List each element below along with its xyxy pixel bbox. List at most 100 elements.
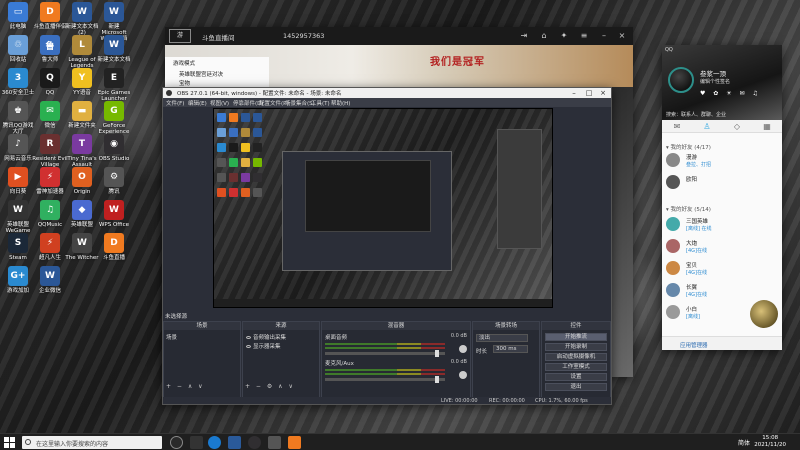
desktop-icon[interactable]: W 新建文本文档(2)	[64, 2, 100, 36]
desktop-icon[interactable]: D 斗鱼直播	[96, 233, 132, 261]
desktop-icon[interactable]: T Tiny Tina's Assault	[64, 134, 100, 168]
contact-item[interactable]: 大炮 [4G]在线	[666, 237, 778, 257]
contact-group[interactable]: ▾ 我的好友 (4/17)	[666, 143, 711, 151]
contact-item[interactable]: 宝贝 [4G]在线	[666, 259, 778, 279]
close-icon[interactable]: ×	[596, 88, 610, 98]
douyu-taskbar-icon[interactable]	[288, 436, 301, 449]
contact-item[interactable]: 欧阳	[666, 173, 778, 193]
contact-item[interactable]: 漫游 叁拉、打招	[666, 151, 778, 171]
desktop-icon[interactable]: W 企业微信	[32, 266, 68, 294]
source-item[interactable]: 显示器采集	[246, 342, 281, 350]
steam-taskbar-icon[interactable]	[228, 436, 241, 449]
desktop-icon[interactable]: 3 360安全卫士	[0, 68, 36, 96]
desktop-icon[interactable]: Q QQ	[32, 68, 68, 96]
volume-fader[interactable]	[325, 376, 445, 383]
taskbar-search[interactable]: 在这里输入你要搜索的内容	[22, 436, 162, 449]
game-taskbar-icon[interactable]	[268, 436, 281, 449]
close-icon[interactable]: ×	[617, 31, 627, 41]
menu-icon[interactable]: ≡	[579, 31, 589, 41]
desktop-icon[interactable]: ✉ 微信	[32, 101, 68, 129]
qq-signature[interactable]: 编辑个性签名	[700, 78, 730, 85]
desktop-icon[interactable]: D 斗鱼直播伴侣	[32, 2, 68, 30]
desktop-icon[interactable]: R Resident Evil Village	[32, 134, 68, 168]
desktop-icon[interactable]: ▭ 此电脑	[0, 2, 36, 30]
contact-group[interactable]: ▾ 我的好友 (5/14)	[666, 205, 711, 213]
game-ad-icon[interactable]	[750, 300, 778, 328]
volume-fader[interactable]	[325, 350, 445, 357]
contact-item[interactable]: 长翼 [4G]在线	[666, 281, 778, 301]
desktop-icon[interactable]: G GeForce Experience	[96, 101, 132, 135]
obs-preview[interactable]	[213, 108, 553, 308]
minimize-icon[interactable]: –	[599, 31, 609, 41]
input-language[interactable]: 简体	[738, 438, 750, 447]
contact-item[interactable]: 三国英雄 [离线] 在线	[666, 215, 778, 235]
eye-icon[interactable]	[246, 336, 251, 339]
qq-panel[interactable]: QQ 叁浆一顶 编辑个性签名 ♥ ✿ ☀ ✉ ♫ 搜索：联系人、群聊、企业 ✉ …	[662, 45, 782, 350]
edge-icon[interactable]	[208, 436, 221, 449]
desktop-icon[interactable]: O Origin	[64, 167, 100, 195]
desktop-icon[interactable]: W 新建文本文档	[96, 35, 132, 63]
desktop-icon[interactable]: 鲁鲁大师	[32, 35, 68, 63]
fader-knob[interactable]	[435, 350, 440, 357]
control-button[interactable]: 设置	[545, 373, 607, 381]
tab-contacts[interactable]: ♙	[702, 122, 712, 131]
minimize-icon[interactable]: –	[567, 88, 581, 98]
gamepad-icon[interactable]: ✦	[559, 31, 569, 41]
duration-input[interactable]: 300 ms	[493, 345, 528, 353]
desktop-icon[interactable]: W WPS Office	[96, 200, 132, 228]
qq-status-icons[interactable]: ♥ ✿ ☀ ✉ ♫	[700, 90, 761, 97]
speaker-icon[interactable]	[459, 371, 467, 379]
speaker-icon[interactable]	[459, 345, 467, 353]
task-view-icon[interactable]	[190, 436, 203, 449]
clock[interactable]: 15:08 2021/11/20	[754, 435, 786, 449]
scene-item[interactable]: 场景	[166, 333, 177, 341]
desktop-icon[interactable]: ◉ OBS Studio	[96, 134, 132, 162]
tab-messages[interactable]: ✉	[672, 122, 682, 131]
desktop-icon[interactable]: L League of Legends	[64, 35, 100, 69]
cortana-icon[interactable]	[170, 436, 183, 449]
control-button[interactable]: 退出	[545, 383, 607, 391]
desktop-icon[interactable]: S Steam	[0, 233, 36, 261]
desktop-icon[interactable]: ⚡ 雷神加速器	[32, 167, 68, 195]
qq-search-input[interactable]: 搜索：联系人、群聊、企业	[662, 111, 782, 120]
login-icon[interactable]: ⇥	[519, 31, 529, 41]
obs-menu-item[interactable]: 文件(F)	[166, 99, 184, 107]
avatar[interactable]	[668, 67, 694, 93]
maximize-icon[interactable]: □	[582, 88, 596, 98]
desktop-icon[interactable]: E Epic Games Launcher	[96, 68, 132, 102]
control-button[interactable]: 开始推流	[545, 333, 607, 341]
source-item[interactable]: 音频输出采集	[246, 333, 286, 341]
desktop-icon[interactable]: W 英雄联盟WeGame	[0, 200, 36, 234]
desktop-icon[interactable]: ▶ 向日葵	[0, 167, 36, 195]
source-tools[interactable]: + − ⚙ ∧ ∨	[245, 383, 295, 390]
desktop-icon[interactable]: ⚡ 超凡人生	[32, 233, 68, 261]
control-button[interactable]: 开始录制	[545, 343, 607, 351]
transition-select[interactable]: 淡出	[476, 334, 528, 342]
mode-item[interactable]: 宝物	[179, 79, 190, 87]
fader-knob[interactable]	[435, 376, 440, 383]
scene-tools[interactable]: + − ∧ ∨	[166, 383, 205, 390]
control-button[interactable]: 启动虚拟摄像机	[545, 353, 607, 361]
mode-item[interactable]: 英雄联盟宫廷对决	[179, 70, 223, 78]
desktop-icon[interactable]: W The Witcher	[64, 233, 100, 261]
tab-space[interactable]: ◇	[732, 122, 742, 131]
app-manager-link[interactable]: 应用管理器	[680, 341, 708, 349]
desktop-icon[interactable]: ♚ 腾讯QQ游戏大厅	[0, 101, 36, 135]
desktop-icon[interactable]: ♲ 回收站	[0, 35, 36, 63]
home-icon[interactable]: ⌂	[539, 31, 549, 41]
windows-start-icon[interactable]	[4, 437, 15, 448]
obs-taskbar-icon[interactable]	[248, 436, 261, 449]
desktop-icon[interactable]: ◆ 英雄联盟	[64, 200, 100, 228]
eye-icon[interactable]	[246, 345, 251, 348]
tab-apps[interactable]: ▦	[762, 122, 772, 131]
desktop-icon[interactable]: Y YY语音	[64, 68, 100, 96]
obs-menu-item[interactable]: 编辑(E)	[188, 99, 207, 107]
game-mode-panel[interactable]: 游戏模式 英雄联盟宫廷对决 宝物	[165, 57, 269, 87]
desktop-icon[interactable]: ▬ 新建文件夹	[64, 101, 100, 129]
obs-menu-item[interactable]: 帮助(H)	[331, 99, 350, 107]
desktop-icon[interactable]: ♫ QQMusic	[32, 200, 68, 228]
obs-window[interactable]: OBS 27.0.1 (64-bit, windows) - 配置文件: 未命名…	[162, 87, 612, 405]
desktop-icon[interactable]: G+ 游戏加加	[0, 266, 36, 294]
desktop-icon[interactable]: ⚙ 腾讯	[96, 167, 132, 195]
obs-menu-item[interactable]: 视图(V)	[210, 99, 229, 107]
